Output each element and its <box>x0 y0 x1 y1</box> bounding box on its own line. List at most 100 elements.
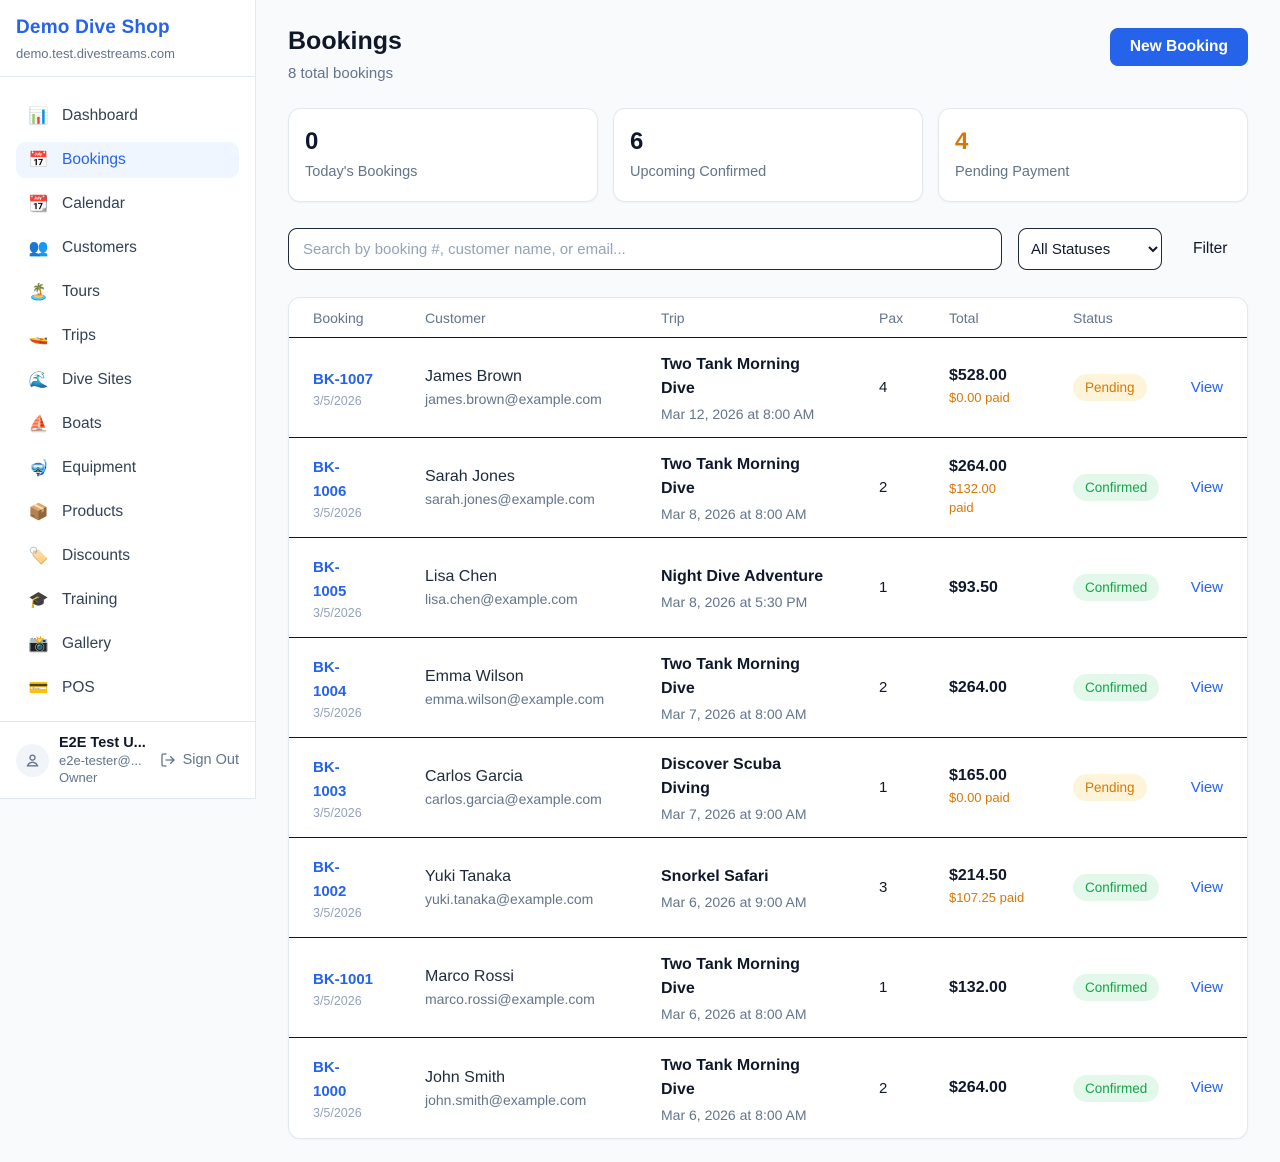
page-subtitle: 8 total bookings <box>288 65 402 82</box>
table-row: BK- 1004 3/5/2026 Emma Wilson emma.wilso… <box>289 638 1247 738</box>
sidebar-item-label: Trips <box>62 327 96 345</box>
booking-cell: BK- 1003 3/5/2026 <box>313 756 425 820</box>
booking-id-link[interactable]: BK- 1000 <box>313 1056 346 1104</box>
view-cell: View <box>1189 1079 1223 1097</box>
status-badge: Pending <box>1073 374 1147 401</box>
pax-count: 1 <box>879 779 949 796</box>
column-header-total: Total <box>949 310 1073 326</box>
booking-date: 3/5/2026 <box>313 1106 425 1120</box>
sidebar-item-customers[interactable]: 👥 Customers <box>16 230 239 266</box>
customer-email: carlos.garcia@example.com <box>425 791 661 807</box>
status-cell: Pending <box>1073 374 1189 401</box>
booking-date: 3/5/2026 <box>313 394 425 408</box>
booking-date: 3/5/2026 <box>313 806 425 820</box>
stats-row: 0 Today's Bookings 6 Upcoming Confirmed … <box>288 108 1248 202</box>
sidebar-item-dashboard[interactable]: 📊 Dashboard <box>16 98 239 134</box>
total-amount: $93.50 <box>949 579 1073 597</box>
view-link[interactable]: View <box>1191 579 1223 596</box>
booking-date: 3/5/2026 <box>313 994 425 1008</box>
booking-date: 3/5/2026 <box>313 506 425 520</box>
customer-email: james.brown@example.com <box>425 391 661 407</box>
total-cell: $132.00 <box>949 979 1073 997</box>
booking-cell: BK- 1002 3/5/2026 <box>313 856 425 920</box>
trip-name: Snorkel Safari <box>661 865 879 889</box>
view-link[interactable]: View <box>1191 1079 1223 1096</box>
booking-id-link[interactable]: BK-1007 <box>313 368 373 392</box>
people-icon: 👥 <box>28 238 49 258</box>
view-link[interactable]: View <box>1191 479 1223 496</box>
view-link[interactable]: View <box>1191 879 1223 896</box>
booking-cell: BK- 1005 3/5/2026 <box>313 556 425 620</box>
search-input[interactable] <box>288 228 1002 270</box>
customer-cell: Sarah Jones sarah.jones@example.com <box>425 468 661 507</box>
tearoff-calendar-icon: 📆 <box>28 194 49 214</box>
booking-id-link[interactable]: BK- 1006 <box>313 456 346 504</box>
trip-name: Two Tank Morning Dive <box>661 653 879 701</box>
sidebar-item-equipment[interactable]: 🤿 Equipment <box>16 450 239 486</box>
customer-cell: Emma Wilson emma.wilson@example.com <box>425 668 661 707</box>
booking-id-link[interactable]: BK- 1003 <box>313 756 346 804</box>
shop-domain: demo.test.divestreams.com <box>16 46 239 61</box>
sidebar-item-tours[interactable]: 🏝️ Tours <box>16 274 239 310</box>
trip-name: Discover Scuba Diving <box>661 753 879 801</box>
new-booking-button[interactable]: New Booking <box>1110 28 1248 66</box>
booking-id-link[interactable]: BK- 1005 <box>313 556 346 604</box>
sidebar-item-label: Calendar <box>62 195 125 213</box>
booking-id-link[interactable]: BK- 1002 <box>313 856 346 904</box>
view-cell: View <box>1189 379 1223 397</box>
view-link[interactable]: View <box>1191 379 1223 396</box>
trip-datetime: Mar 7, 2026 at 9:00 AM <box>661 806 879 822</box>
filter-button[interactable]: Filter <box>1193 240 1227 258</box>
sidebar-item-label: Gallery <box>62 635 111 653</box>
stat-card-pending-payment: 4 Pending Payment <box>938 108 1248 202</box>
total-cell: $264.00 <box>949 1079 1073 1097</box>
graduation-cap-icon: 🎓 <box>28 590 49 610</box>
status-cell: Confirmed <box>1073 474 1189 501</box>
page-header-text: Bookings 8 total bookings <box>288 27 402 82</box>
sidebar-item-boats[interactable]: ⛵ Boats <box>16 406 239 442</box>
trip-name: Two Tank Morning Dive <box>661 953 879 1001</box>
table-row: BK- 1003 3/5/2026 Carlos Garcia carlos.g… <box>289 738 1247 838</box>
shop-name: Demo Dive Shop <box>16 17 239 39</box>
sidebar-item-label: Dashboard <box>62 107 138 125</box>
sign-out-button[interactable]: Sign Out <box>160 752 239 768</box>
trip-cell: Two Tank Morning Dive Mar 8, 2026 at 8:0… <box>661 453 879 522</box>
sidebar-item-trips[interactable]: 🚤 Trips <box>16 318 239 354</box>
sidebar-item-training[interactable]: 🎓 Training <box>16 582 239 618</box>
table-row: BK-1007 3/5/2026 James Brown james.brown… <box>289 338 1247 438</box>
pax-count: 3 <box>879 879 949 896</box>
booking-date: 3/5/2026 <box>313 706 425 720</box>
customer-name: Sarah Jones <box>425 468 661 486</box>
booking-id-link[interactable]: BK- 1004 <box>313 656 346 704</box>
customer-cell: Lisa Chen lisa.chen@example.com <box>425 568 661 607</box>
sidebar-item-label: Discounts <box>62 547 130 565</box>
status-select[interactable]: All Statuses <box>1018 228 1162 270</box>
customer-email: lisa.chen@example.com <box>425 591 661 607</box>
booking-id-link[interactable]: BK-1001 <box>313 968 373 992</box>
sidebar-item-dive-sites[interactable]: 🌊 Dive Sites <box>16 362 239 398</box>
status-cell: Confirmed <box>1073 674 1189 701</box>
view-cell: View <box>1189 879 1223 897</box>
package-icon: 📦 <box>28 502 49 522</box>
sidebar-item-discounts[interactable]: 🏷️ Discounts <box>16 538 239 574</box>
customer-email: marco.rossi@example.com <box>425 991 661 1007</box>
view-link[interactable]: View <box>1191 679 1223 696</box>
sidebar-item-calendar[interactable]: 📆 Calendar <box>16 186 239 222</box>
customer-email: emma.wilson@example.com <box>425 691 661 707</box>
sidebar-item-products[interactable]: 📦 Products <box>16 494 239 530</box>
sidebar-item-gallery[interactable]: 📸 Gallery <box>16 626 239 662</box>
status-cell: Confirmed <box>1073 574 1189 601</box>
sidebar-item-bookings[interactable]: 📅 Bookings <box>16 142 239 178</box>
view-link[interactable]: View <box>1191 979 1223 996</box>
bar-chart-icon: 📊 <box>28 106 49 126</box>
column-header-pax: Pax <box>879 310 949 326</box>
pax-count: 2 <box>879 1080 949 1097</box>
trip-cell: Two Tank Morning Dive Mar 7, 2026 at 8:0… <box>661 653 879 722</box>
sidebar-item-pos[interactable]: 💳 POS <box>16 670 239 706</box>
page-title: Bookings <box>288 27 402 56</box>
sidebar-item-label: POS <box>62 679 95 697</box>
view-link[interactable]: View <box>1191 779 1223 796</box>
table-row: BK- 1002 3/5/2026 Yuki Tanaka yuki.tanak… <box>289 838 1247 938</box>
user-name: E2E Test U... <box>59 735 147 751</box>
trip-datetime: Mar 8, 2026 at 8:00 AM <box>661 506 879 522</box>
